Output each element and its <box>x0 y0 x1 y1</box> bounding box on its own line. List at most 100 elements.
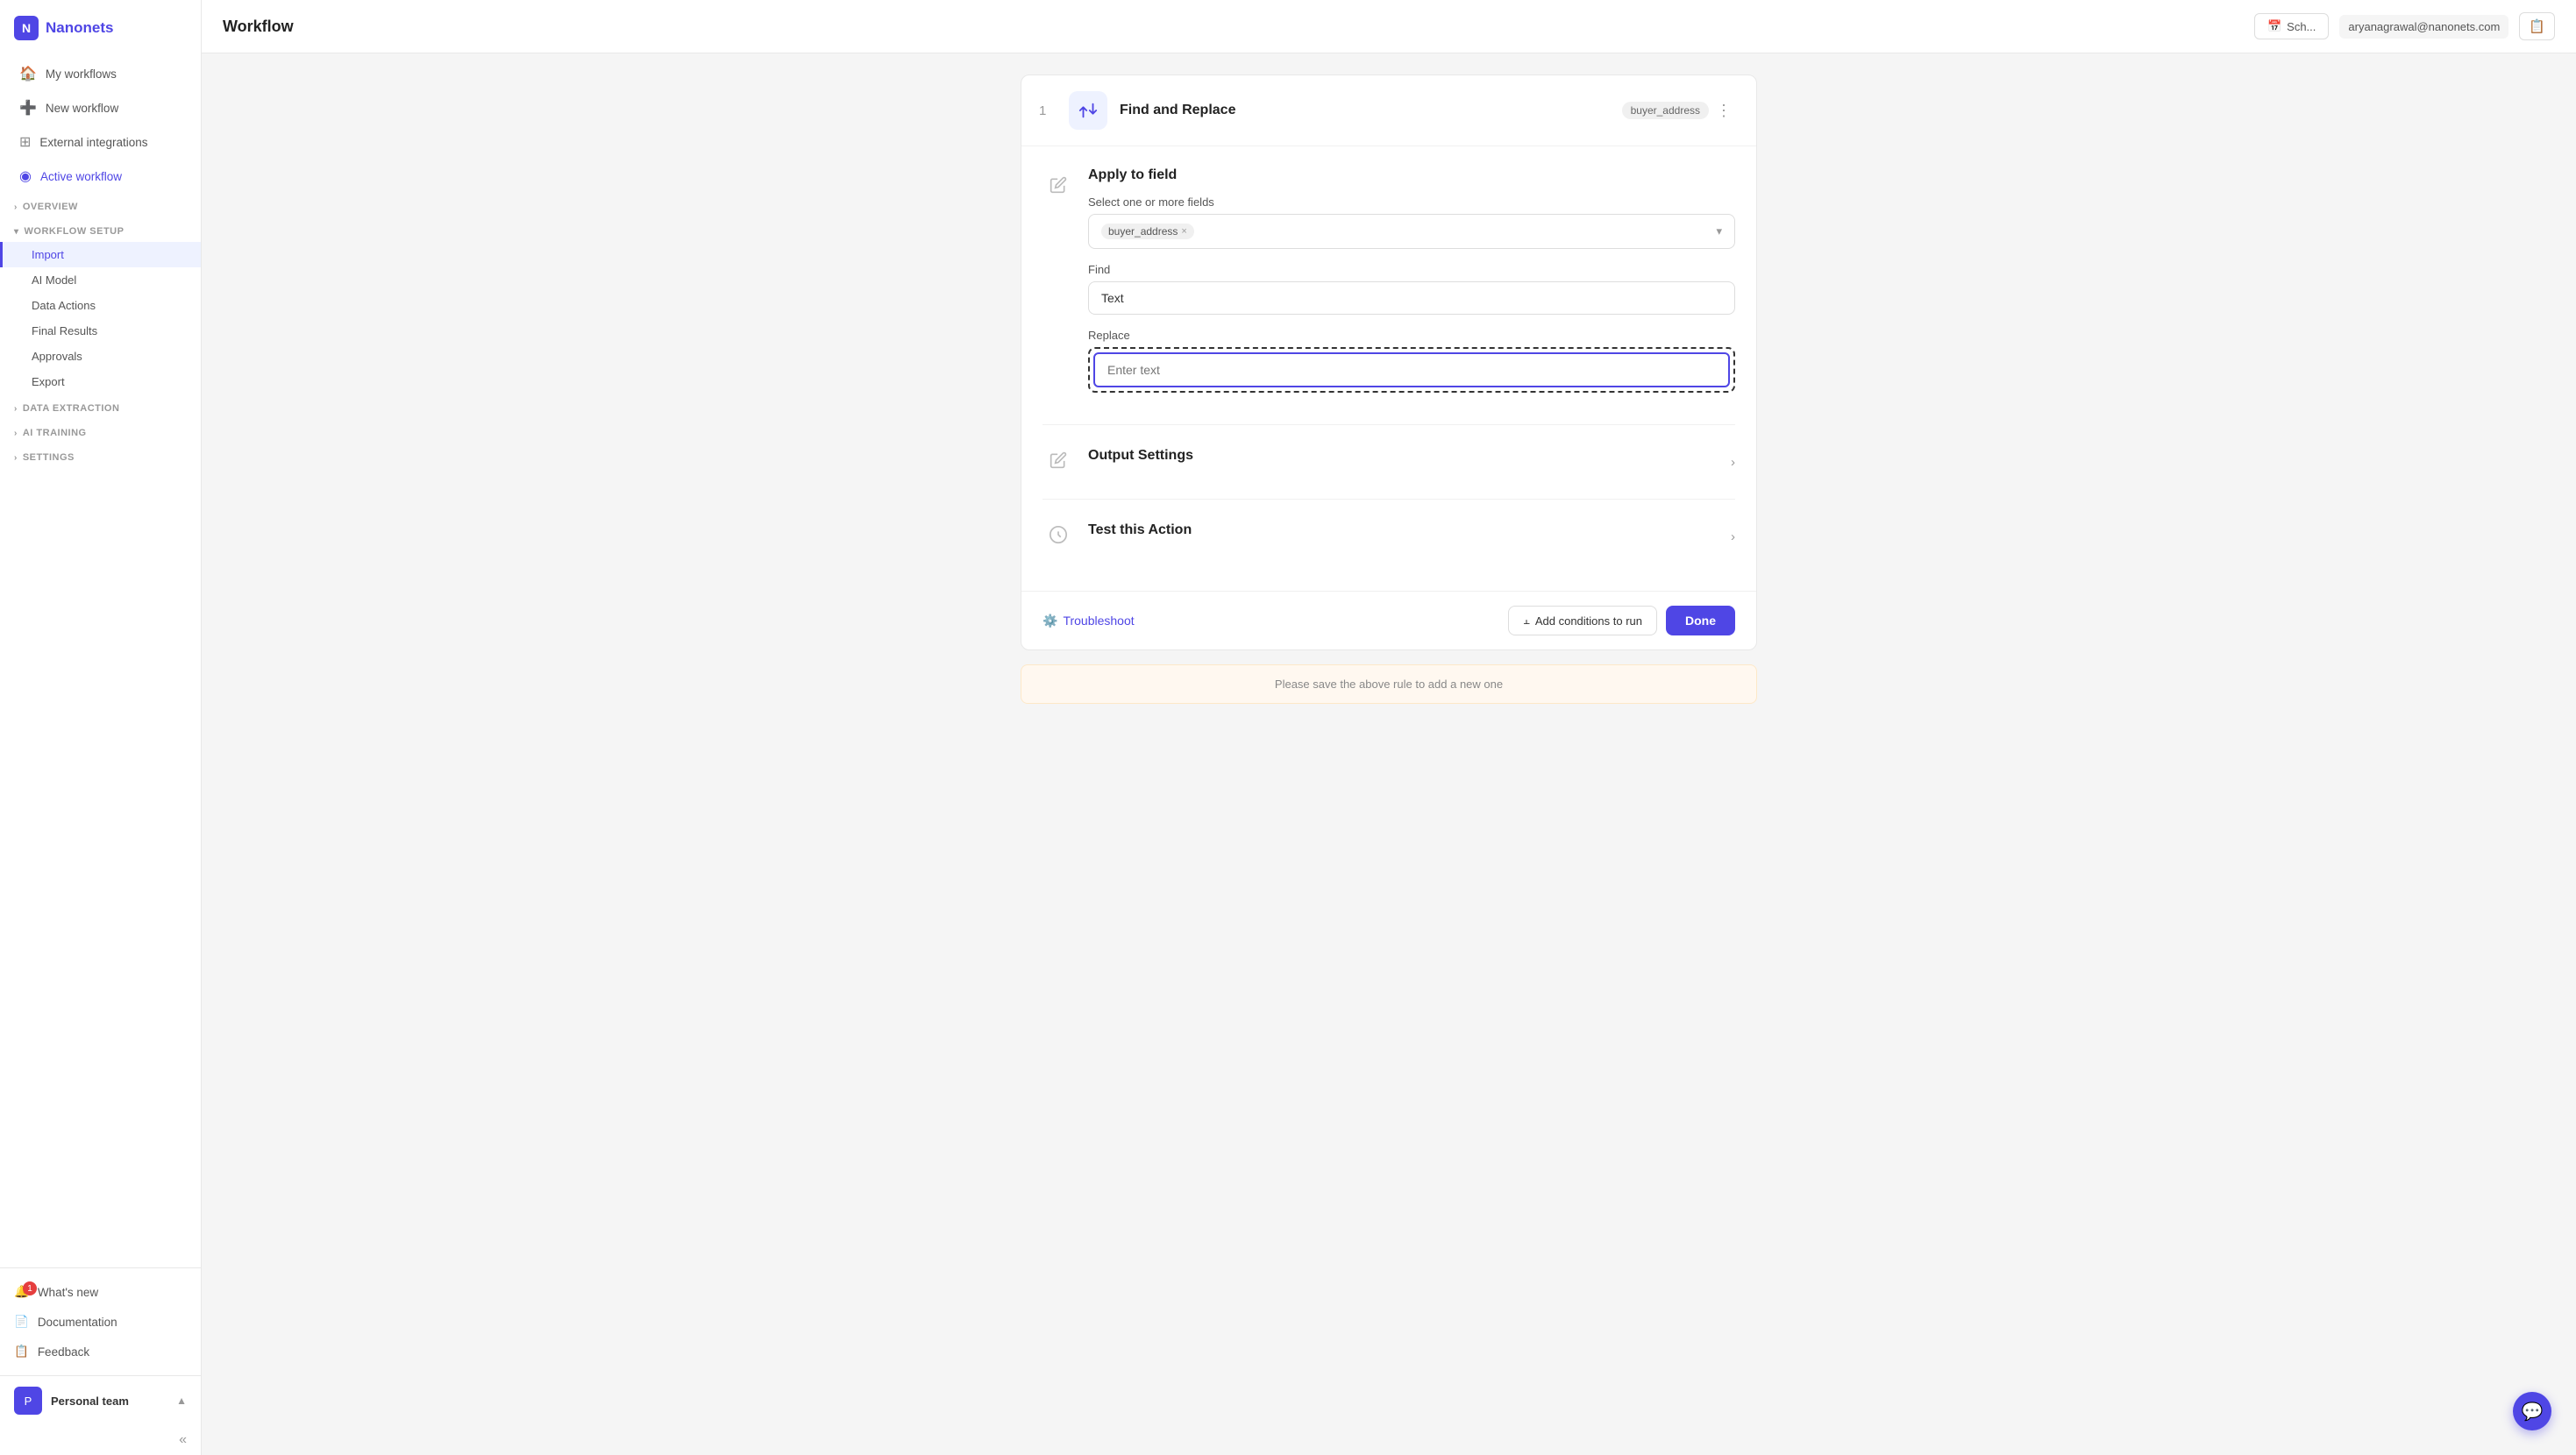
apply-to-field-title: Apply to field <box>1088 167 1735 183</box>
section-header-ai-training[interactable]: › AI TRAINING <box>0 422 201 444</box>
conditions-label: Add conditions to run <box>1535 614 1642 628</box>
card-header: 1 Find and Replace buyer_address ⋮ <box>1021 75 1756 146</box>
section-label: OVERVIEW <box>23 202 78 212</box>
divider-2 <box>1042 499 1735 500</box>
add-conditions-button[interactable]: ⫠ Add conditions to run <box>1508 606 1657 635</box>
schedule-icon: 📅 <box>2267 19 2281 33</box>
footer-right: ⫠ Add conditions to run Done <box>1508 606 1735 635</box>
ai-model-label: AI Model <box>32 273 76 287</box>
troubleshoot-icon: ⚙️ <box>1042 614 1057 628</box>
feedback-label: Feedback <box>38 1345 89 1359</box>
chat-bubble-button[interactable]: 💬 <box>2513 1392 2551 1430</box>
troubleshoot-label: Troubleshoot <box>1063 614 1134 628</box>
copy-icon: 📋 <box>2529 19 2545 34</box>
sidebar-item-my-workflows[interactable]: 🏠 My workflows <box>5 57 196 90</box>
find-replace-icon <box>1069 91 1107 130</box>
replace-label: Replace <box>1088 329 1735 342</box>
logo-icon: N <box>14 16 39 40</box>
test-action-content: Test this Action › <box>1088 517 1735 556</box>
chevron-down-icon: ▾ <box>14 227 19 237</box>
chevron-right-icon: › <box>14 404 18 414</box>
done-button[interactable]: Done <box>1666 606 1735 635</box>
sidebar-item-active-workflow[interactable]: ◉ Active workflow <box>5 160 196 193</box>
output-settings-row[interactable]: Output Settings › <box>1088 443 1735 481</box>
copy-button[interactable]: 📋 <box>2519 12 2555 40</box>
find-input[interactable] <box>1088 281 1735 315</box>
workflow-card: 1 Find and Replace buyer_address ⋮ <box>1021 75 1757 650</box>
field-selector[interactable]: buyer_address × ▾ <box>1088 214 1735 249</box>
sidebar-item-import[interactable]: Import <box>0 242 201 267</box>
output-settings-content: Output Settings › <box>1088 443 1735 481</box>
card-title: Find and Replace <box>1120 103 1613 118</box>
replace-field-wrap <box>1088 347 1735 393</box>
approvals-label: Approvals <box>32 350 82 363</box>
grid-icon: ⊞ <box>19 133 31 151</box>
schedule-button[interactable]: 📅 Sch... <box>2254 13 2329 39</box>
remove-tag-button[interactable]: × <box>1181 226 1186 237</box>
sidebar-bottom: 🔔 1 What's new 📄 Documentation 📋 Feedbac… <box>0 1267 201 1375</box>
edit-icon <box>1042 169 1074 201</box>
topbar-right: 📅 Sch... aryanagrawal@nanonets.com 📋 <box>2254 12 2555 40</box>
test-action-chevron-icon: › <box>1731 529 1735 544</box>
output-settings-chevron-icon: › <box>1731 455 1735 470</box>
test-action-section: Test this Action › <box>1042 517 1735 556</box>
collapse-sidebar-button[interactable]: « <box>0 1425 201 1455</box>
save-notice: Please save the above rule to add a new … <box>1021 664 1757 704</box>
doc-icon: 📄 <box>14 1315 29 1329</box>
sidebar-item-label: Active workflow <box>40 170 122 183</box>
done-label: Done <box>1685 614 1716 628</box>
sidebar: N Nanonets 🏠 My workflows ➕ New workflow… <box>0 0 202 1455</box>
logo-text: Nanonets <box>46 19 113 37</box>
section-header-settings[interactable]: › SETTINGS <box>0 447 201 468</box>
sidebar-item-data-actions[interactable]: Data Actions <box>0 293 201 318</box>
notification-wrap: 🔔 1 <box>14 1285 29 1299</box>
topbar: Workflow 📅 Sch... aryanagrawal@nanonets.… <box>202 0 2576 53</box>
card-menu-button[interactable]: ⋮ <box>1709 98 1739 124</box>
section-label: WORKFLOW SETUP <box>25 226 125 237</box>
data-actions-label: Data Actions <box>32 299 96 312</box>
troubleshoot-button[interactable]: ⚙️ Troubleshoot <box>1042 614 1135 628</box>
plus-icon: ➕ <box>19 99 37 117</box>
find-group: Find <box>1088 263 1735 315</box>
section-header-workflow-setup[interactable]: ▾ WORKFLOW SETUP <box>0 221 201 242</box>
sidebar-item-external-integrations[interactable]: ⊞ External integrations <box>5 125 196 159</box>
sidebar-item-documentation[interactable]: 📄 Documentation <box>0 1307 201 1337</box>
sidebar-item-export[interactable]: Export <box>0 369 201 394</box>
test-action-row[interactable]: Test this Action › <box>1088 517 1735 556</box>
save-notice-text: Please save the above rule to add a new … <box>1275 678 1503 691</box>
select-chevron-icon: ▾ <box>1716 224 1722 238</box>
replace-input[interactable] <box>1093 352 1730 387</box>
test-action-title: Test this Action <box>1088 522 1192 538</box>
field-selector-label: Select one or more fields <box>1088 195 1735 209</box>
chevron-right-icon: › <box>14 202 18 212</box>
chevron-right-icon: › <box>14 453 18 463</box>
export-label: Export <box>32 375 65 388</box>
documentation-label: Documentation <box>38 1316 117 1329</box>
whats-new-label: What's new <box>38 1286 98 1299</box>
sidebar-item-new-workflow[interactable]: ➕ New workflow <box>5 91 196 124</box>
sidebar-item-whats-new[interactable]: 🔔 1 What's new <box>0 1277 201 1307</box>
sidebar-logo[interactable]: N Nanonets <box>0 0 201 56</box>
team-section[interactable]: P Personal team ▲ <box>0 1375 201 1425</box>
sidebar-nav: 🏠 My workflows ➕ New workflow ⊞ External… <box>0 56 201 1267</box>
chat-icon: 💬 <box>2522 1401 2544 1423</box>
divider-1 <box>1042 424 1735 425</box>
collapse-icon: « <box>179 1432 187 1447</box>
section-label: SETTINGS <box>23 452 75 463</box>
sidebar-item-label: New workflow <box>46 102 118 115</box>
sidebar-item-feedback[interactable]: 📋 Feedback <box>0 1337 201 1366</box>
user-email: aryanagrawal@nanonets.com <box>2339 15 2508 39</box>
card-body: Apply to field Select one or more fields… <box>1021 146 1756 591</box>
sidebar-item-final-results[interactable]: Final Results <box>0 318 201 344</box>
sidebar-item-ai-model[interactable]: AI Model <box>0 267 201 293</box>
replace-group: Replace <box>1088 329 1735 393</box>
chevron-up-icon: ▲ <box>176 1395 187 1407</box>
field-tag-value: buyer_address <box>1108 225 1178 238</box>
section-label: DATA EXTRACTION <box>23 403 120 414</box>
section-header-overview[interactable]: › OVERVIEW <box>0 196 201 217</box>
chevron-right-icon: › <box>14 429 18 438</box>
sidebar-item-approvals[interactable]: Approvals <box>0 344 201 369</box>
section-label: AI TRAINING <box>23 428 87 438</box>
section-header-data-extraction[interactable]: › DATA EXTRACTION <box>0 398 201 419</box>
notification-badge: 1 <box>23 1281 37 1295</box>
